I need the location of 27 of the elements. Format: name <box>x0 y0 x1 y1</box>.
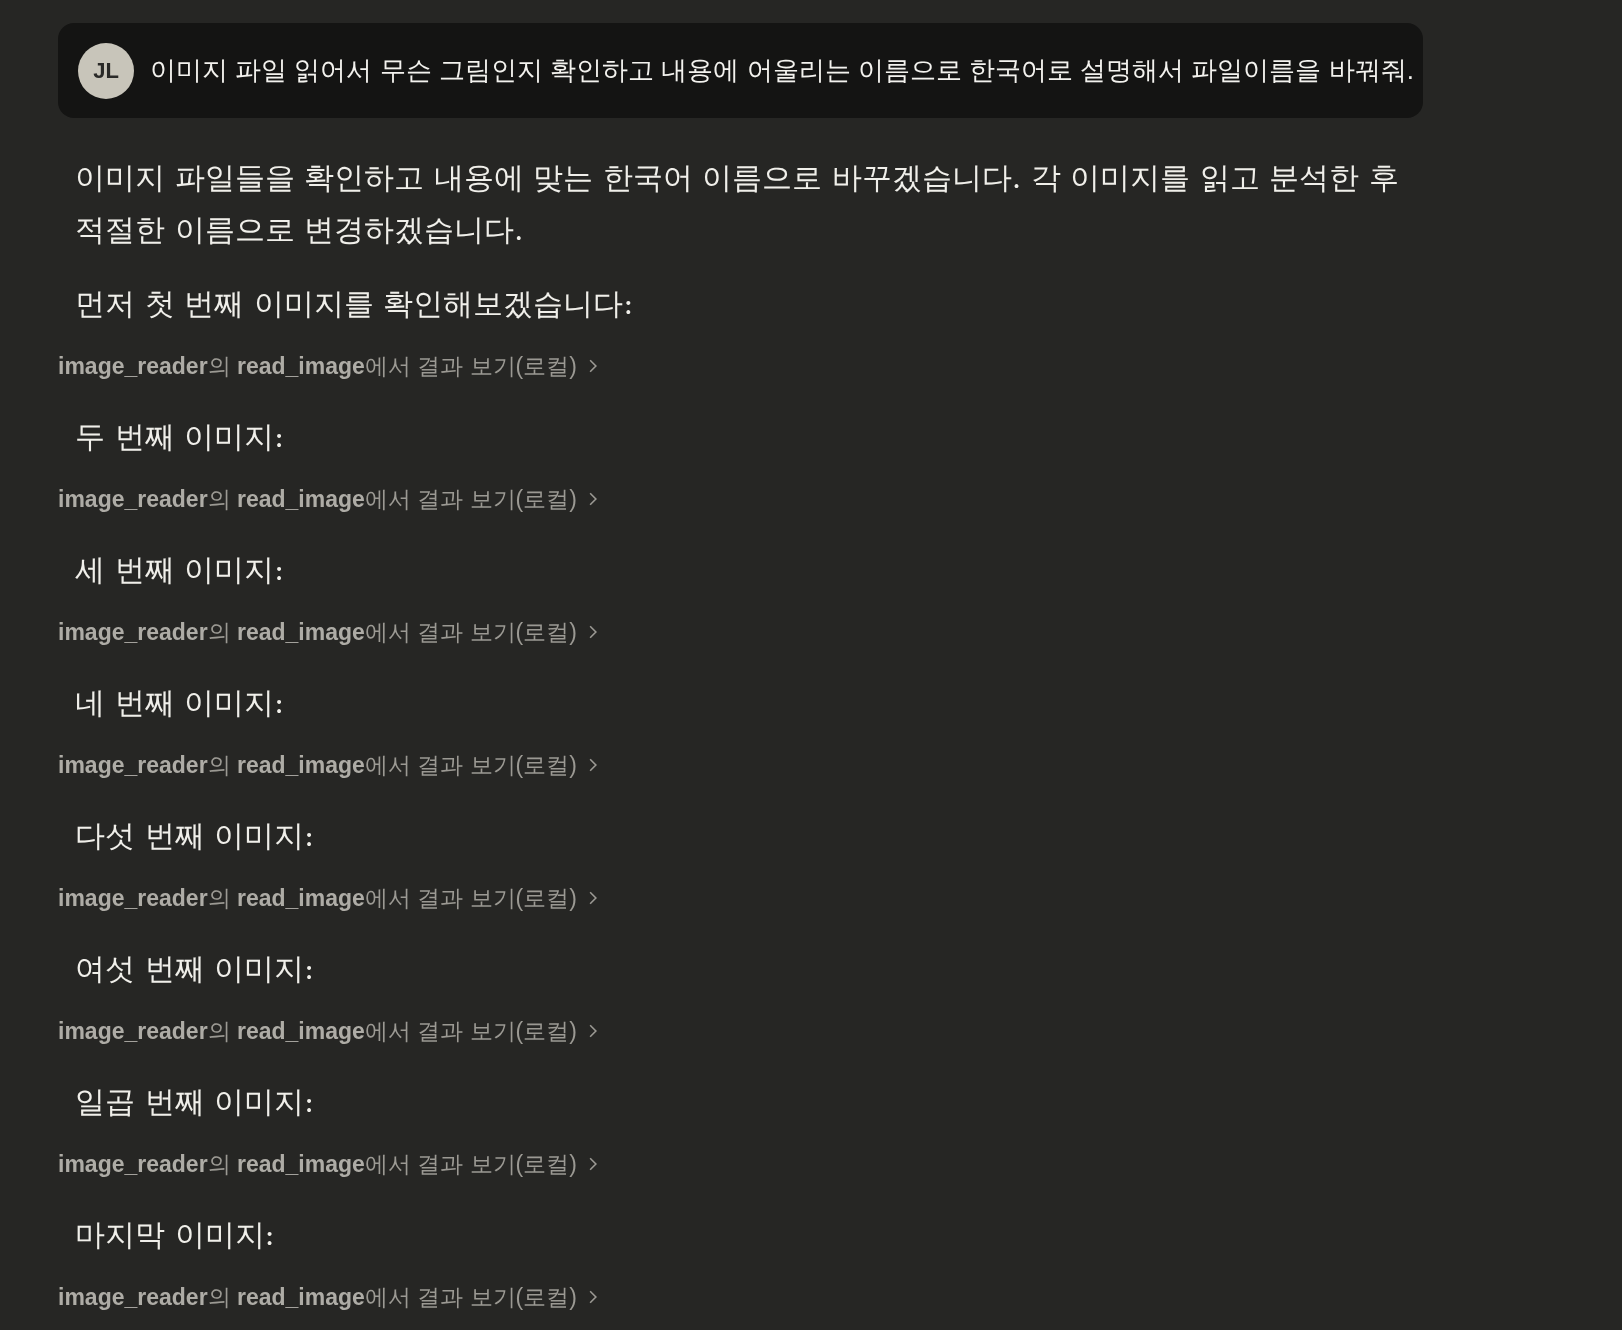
tool-result-link[interactable]: image_reader의 read_image에서 결과 보기(로컬) <box>58 612 597 652</box>
tool-result-link[interactable]: image_reader의 read_image에서 결과 보기(로컬) <box>58 1277 597 1317</box>
tool-result-link[interactable]: image_reader의 read_image에서 결과 보기(로컬) <box>58 878 597 918</box>
response-paragraph: 두 번째 이미지: <box>74 418 286 456</box>
tool-result-link[interactable]: image_reader의 read_image에서 결과 보기(로컬) <box>58 346 597 386</box>
response-paragraph: 네 번째 이미지: <box>74 684 286 722</box>
response-paragraph: 다섯 번째 이미지: <box>74 817 316 855</box>
chevron-right-icon <box>588 1024 597 1038</box>
chevron-right-icon <box>588 359 597 373</box>
response-paragraph: 세 번째 이미지: <box>74 551 286 589</box>
chevron-right-icon <box>588 625 597 639</box>
chevron-right-icon <box>588 758 597 772</box>
response-paragraph: 여섯 번째 이미지: <box>74 950 316 988</box>
tool-result-link[interactable]: image_reader의 read_image에서 결과 보기(로컬) <box>58 1011 597 1051</box>
tool-result-link[interactable]: image_reader의 read_image에서 결과 보기(로컬) <box>58 745 597 785</box>
tool-result-link[interactable]: image_reader의 read_image에서 결과 보기(로컬) <box>58 479 597 519</box>
chevron-right-icon <box>588 492 597 506</box>
response-paragraph: 마지막 이미지: <box>74 1216 276 1254</box>
user-message-text: 이미지 파일 읽어서 무슨 그림인지 확인하고 내용에 어울리는 이름으로 한국어로 설명해서 파일이름을 바꿔줘. <box>150 54 1414 87</box>
tool-result-link[interactable]: image_reader의 read_image에서 결과 보기(로컬) <box>58 1144 597 1184</box>
response-paragraph: 일곱 번째 이미지: <box>74 1083 316 1121</box>
user-avatar: JL <box>78 42 134 99</box>
response-paragraph: 먼저 첫 번째 이미지를 확인해보겠습니다: <box>74 285 635 323</box>
chevron-right-icon <box>588 1157 597 1171</box>
response-paragraph: 이미지 파일들을 확인하고 내용에 맞는 한국어 이름으로 바꾸겠습니다. 각 이미지를 읽고 분석한 후 적절한 이름으로 변경하겠습니다. <box>74 159 1400 249</box>
chevron-right-icon <box>588 1290 597 1304</box>
chevron-right-icon <box>588 891 597 905</box>
